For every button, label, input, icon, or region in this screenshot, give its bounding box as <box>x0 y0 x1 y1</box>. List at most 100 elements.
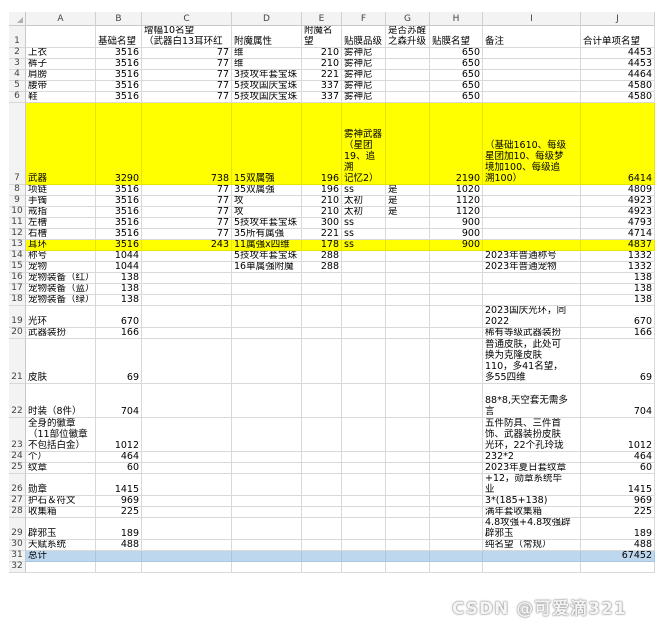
cell-c1[interactable]: 增幅10名望 （武器白13耳环红 <box>142 26 232 48</box>
cell-d13[interactable]: 11属强x四维 <box>232 240 302 251</box>
cell-i15[interactable]: 2023年普通宠物 <box>483 262 581 273</box>
cell-d28[interactable] <box>232 507 302 518</box>
cell-e27[interactable] <box>302 496 342 507</box>
cell-i21[interactable]: 普通皮肤，此处可 换为克隆皮肤 110，多41名望， 多55四维 <box>483 339 581 384</box>
cell-e5[interactable]: 337 <box>302 81 342 92</box>
cell-b15[interactable]: 1044 <box>96 262 142 273</box>
cell-b17[interactable]: 138 <box>96 284 142 295</box>
cell-b24[interactable]: 464 <box>96 452 142 463</box>
cell-i24[interactable]: 232*2 <box>483 452 581 463</box>
cell-h24[interactable] <box>430 452 483 463</box>
cell-c2[interactable]: 77 <box>142 48 232 59</box>
cell-f17[interactable] <box>342 284 386 295</box>
column-header-c[interactable]: C <box>142 12 232 26</box>
cell-d8[interactable]: 35双属强 <box>232 185 302 196</box>
cell-a13[interactable]: 耳环 <box>26 240 96 251</box>
cell-e4[interactable]: 221 <box>302 70 342 81</box>
cell-b22[interactable]: 704 <box>96 384 142 418</box>
cell-d12[interactable]: 35所有属强 <box>232 229 302 240</box>
cell-f3[interactable]: 雾神尼 <box>342 59 386 70</box>
column-header-i[interactable]: I <box>483 12 581 26</box>
cell-c6[interactable]: 77 <box>142 92 232 103</box>
cell-h17[interactable] <box>430 284 483 295</box>
cell-g26[interactable] <box>386 474 430 496</box>
cell-b26[interactable]: 1415 <box>96 474 142 496</box>
cell-a17[interactable]: 宠物装备（蓝） <box>26 284 96 295</box>
row-header[interactable]: 21 <box>9 339 26 384</box>
cell-c16[interactable] <box>142 273 232 284</box>
cell-h29[interactable] <box>430 518 483 540</box>
cell-a3[interactable]: 裤子 <box>26 59 96 70</box>
column-header-e[interactable]: E <box>302 12 342 26</box>
cell-b1[interactable]: 基础名望 <box>96 26 142 48</box>
cell-j8[interactable]: 4809 <box>581 185 655 196</box>
cell-j22[interactable]: 704 <box>581 384 655 418</box>
cell-c29[interactable] <box>142 518 232 540</box>
cell-f18[interactable] <box>342 295 386 306</box>
cell-e17[interactable] <box>302 284 342 295</box>
cell-c13[interactable]: 243 <box>142 240 232 251</box>
cell-b21[interactable]: 69 <box>96 339 142 384</box>
cell-a26[interactable]: 勋章 <box>26 474 96 496</box>
cell-f26[interactable] <box>342 474 386 496</box>
cell-e31[interactable] <box>302 551 342 562</box>
cell-j23[interactable]: 1012 <box>581 418 655 452</box>
row-header[interactable]: 32 <box>9 561 26 573</box>
cell-g20[interactable] <box>386 328 430 339</box>
cell-j25[interactable]: 60 <box>581 463 655 474</box>
cell-f9[interactable]: 太初 <box>342 196 386 207</box>
cell-f1[interactable]: 贴膜品级 <box>342 26 386 48</box>
cell-b10[interactable]: 3516 <box>96 207 142 218</box>
row-header[interactable]: 29 <box>9 518 26 540</box>
cell-e22[interactable] <box>302 384 342 418</box>
cell-g31[interactable] <box>386 551 430 562</box>
row-header[interactable]: 25 <box>9 462 26 474</box>
cell-d7[interactable]: 15双属强 <box>232 103 302 185</box>
cell-g16[interactable] <box>386 273 430 284</box>
cell-a14[interactable]: 称号 <box>26 251 96 262</box>
cell-g22[interactable] <box>386 384 430 418</box>
column-header-h[interactable]: H <box>430 12 483 26</box>
cell-f30[interactable] <box>342 540 386 551</box>
cell-i1[interactable]: 备注 <box>483 26 581 48</box>
cell-b32[interactable] <box>96 562 142 573</box>
cell-j4[interactable]: 4464 <box>581 70 655 81</box>
row-header[interactable]: 6 <box>9 91 26 103</box>
cell-d32[interactable] <box>232 562 302 573</box>
cell-a16[interactable]: 宠物装备（红） <box>26 273 96 284</box>
cell-j9[interactable]: 4923 <box>581 196 655 207</box>
cell-i23[interactable]: 五件防具、三件首 饰、武器装扮皮肤 光环，22个孔玲珑 <box>483 418 581 452</box>
cell-a28[interactable]: 收集箱 <box>26 507 96 518</box>
cell-i10[interactable] <box>483 207 581 218</box>
cell-h14[interactable] <box>430 251 483 262</box>
cell-c22[interactable] <box>142 384 232 418</box>
cell-h31[interactable] <box>430 551 483 562</box>
column-header-f[interactable]: F <box>342 12 386 26</box>
cell-j26[interactable]: 1415 <box>581 474 655 496</box>
cell-f15[interactable] <box>342 262 386 273</box>
cell-h10[interactable]: 1120 <box>430 207 483 218</box>
cell-b3[interactable]: 3516 <box>96 59 142 70</box>
cell-a4[interactable]: 肩膀 <box>26 70 96 81</box>
cell-g17[interactable] <box>386 284 430 295</box>
cell-a19[interactable]: 光环 <box>26 306 96 328</box>
cell-f32[interactable] <box>342 562 386 573</box>
cell-d27[interactable] <box>232 496 302 507</box>
cell-e16[interactable] <box>302 273 342 284</box>
row-header[interactable]: 19 <box>9 306 26 328</box>
cell-f25[interactable] <box>342 463 386 474</box>
cell-c32[interactable] <box>142 562 232 573</box>
cell-c3[interactable]: 77 <box>142 59 232 70</box>
cell-d16[interactable] <box>232 273 302 284</box>
cell-e32[interactable] <box>302 562 342 573</box>
cell-j18[interactable]: 138 <box>581 295 655 306</box>
cell-g10[interactable]: 是 <box>386 207 430 218</box>
cell-c4[interactable]: 77 <box>142 70 232 81</box>
cell-g25[interactable] <box>386 463 430 474</box>
cell-i22[interactable]: 88*8,天空套无需多 言 <box>483 384 581 418</box>
cell-a23[interactable]: 全身的徽章 （11部位徽章 不包括白金） <box>26 418 96 452</box>
cell-i2[interactable] <box>483 48 581 59</box>
cell-c19[interactable] <box>142 306 232 328</box>
cell-j2[interactable]: 4453 <box>581 48 655 59</box>
cell-d1[interactable]: 附魔属性 <box>232 26 302 48</box>
